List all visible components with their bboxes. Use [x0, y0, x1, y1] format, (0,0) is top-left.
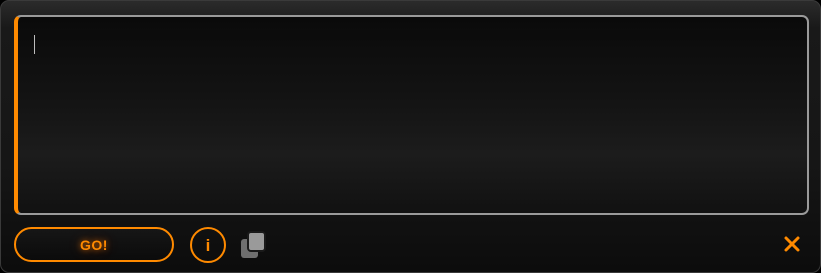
app-window: GO! i: [0, 0, 821, 273]
copy-button[interactable]: [239, 230, 269, 260]
info-button[interactable]: i: [190, 227, 226, 263]
go-button-label: GO!: [80, 236, 108, 253]
copy-icon: [241, 231, 266, 258]
close-button[interactable]: [782, 234, 802, 254]
info-icon: i: [205, 235, 211, 255]
text-area-frame: [14, 15, 809, 215]
go-button[interactable]: GO!: [14, 227, 174, 262]
close-icon: [784, 236, 800, 252]
text-input[interactable]: [18, 17, 807, 213]
text-caret: [34, 35, 35, 54]
